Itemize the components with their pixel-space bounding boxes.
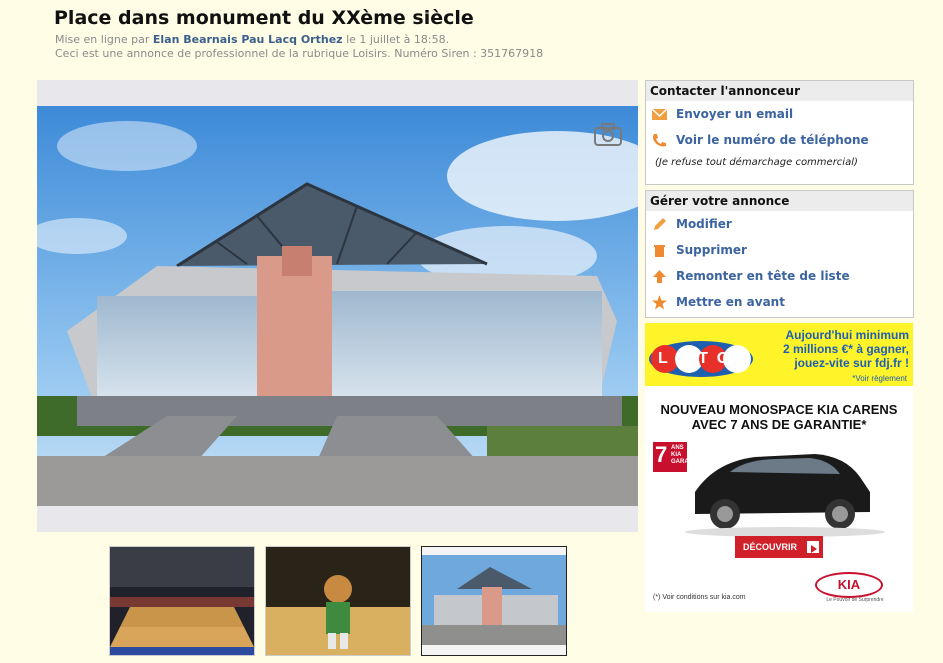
- show-phone-label: Voir le numéro de téléphone: [676, 133, 869, 147]
- thumbnail-building[interactable]: [421, 546, 567, 656]
- car-image: [685, 454, 885, 537]
- play-icon: [807, 541, 819, 553]
- kia-headline-2: AVEC 7 ANS DE GARANTIE*: [691, 417, 867, 432]
- delete-ad-label: Supprimer: [676, 243, 747, 257]
- feature-ad-link[interactable]: Mettre en avant: [646, 289, 913, 315]
- posted-prefix: Mise en ligne par: [55, 33, 150, 46]
- discover-label: DÉCOUVRIR: [743, 542, 798, 552]
- arrow-up-icon: [651, 268, 668, 285]
- loto-text: Aujourd'hui minimum 2 millions €* à gagn…: [763, 328, 909, 370]
- loto-line-1: Aujourd'hui minimum: [785, 328, 909, 342]
- pencil-icon: [651, 216, 668, 233]
- kia-headline-1: NOUVEAU MONOSPACE KIA CARENS: [660, 402, 898, 417]
- ad-meta: Mise en ligne par Elan Bearnais Pau Lacq…: [55, 33, 543, 61]
- photo-gallery: [37, 80, 638, 532]
- loto-logo: LOTO: [658, 350, 739, 367]
- send-email-label: Envoyer un email: [676, 107, 794, 121]
- manage-panel: Gérer votre annonce Modifier Supprimer R…: [645, 190, 914, 318]
- kia-logo: KIA: [815, 572, 883, 598]
- edit-ad-link[interactable]: Modifier: [646, 211, 913, 237]
- kia-headline: NOUVEAU MONOSPACE KIA CARENS AVEC 7 ANS …: [645, 402, 913, 432]
- ad-title: Place dans monument du XXème siècle: [54, 7, 474, 29]
- loto-footnote: *Voir règlement: [852, 374, 907, 383]
- feature-ad-label: Mettre en avant: [676, 295, 785, 309]
- main-photo[interactable]: [37, 106, 638, 506]
- kia-disclaimer: (*) Voir conditions sur kia.com: [653, 594, 746, 601]
- discover-button[interactable]: DÉCOUVRIR: [735, 536, 823, 558]
- manage-heading: Gérer votre annonce: [646, 191, 913, 211]
- star-icon: [651, 294, 668, 311]
- contact-heading: Contacter l'annonceur: [646, 81, 913, 101]
- pro-notice: Ceci est une annonce de professionnel de…: [55, 47, 544, 60]
- kia-ad-banner[interactable]: NOUVEAU MONOSPACE KIA CARENS AVEC 7 ANS …: [645, 386, 913, 612]
- delete-ad-link[interactable]: Supprimer: [646, 237, 913, 263]
- show-phone-link[interactable]: Voir le numéro de téléphone: [646, 127, 913, 153]
- contact-panel: Contacter l'annonceur Envoyer un email V…: [645, 80, 914, 185]
- phone-icon: [651, 132, 668, 149]
- loto-line-2: 2 millions €* à gagner,: [782, 342, 909, 356]
- no-solicitation-note: (Je refuse tout démarchage commercial): [655, 157, 858, 168]
- kia-tagline: Le Pouvoir de Surprendre: [826, 597, 884, 603]
- thumbnail-mascot[interactable]: [265, 546, 411, 656]
- bump-ad-label: Remonter en tête de liste: [676, 269, 850, 283]
- loto-ad-banner[interactable]: LOTO Aujourd'hui minimum 2 millions €* à…: [645, 323, 913, 386]
- envelope-icon: [651, 106, 668, 123]
- posted-date: le 1 juillet à 18:58.: [346, 33, 450, 46]
- bump-ad-link[interactable]: Remonter en tête de liste: [646, 263, 913, 289]
- advertiser-link[interactable]: Elan Bearnais Pau Lacq Orthez: [153, 33, 343, 46]
- send-email-link[interactable]: Envoyer un email: [646, 101, 913, 127]
- loto-line-3: jouez-vite sur fdj.fr !: [794, 356, 909, 370]
- trash-icon: [651, 242, 668, 259]
- thumbnail-basketball-arena[interactable]: [109, 546, 255, 656]
- camera-icon: [592, 120, 624, 148]
- edit-ad-label: Modifier: [676, 217, 732, 231]
